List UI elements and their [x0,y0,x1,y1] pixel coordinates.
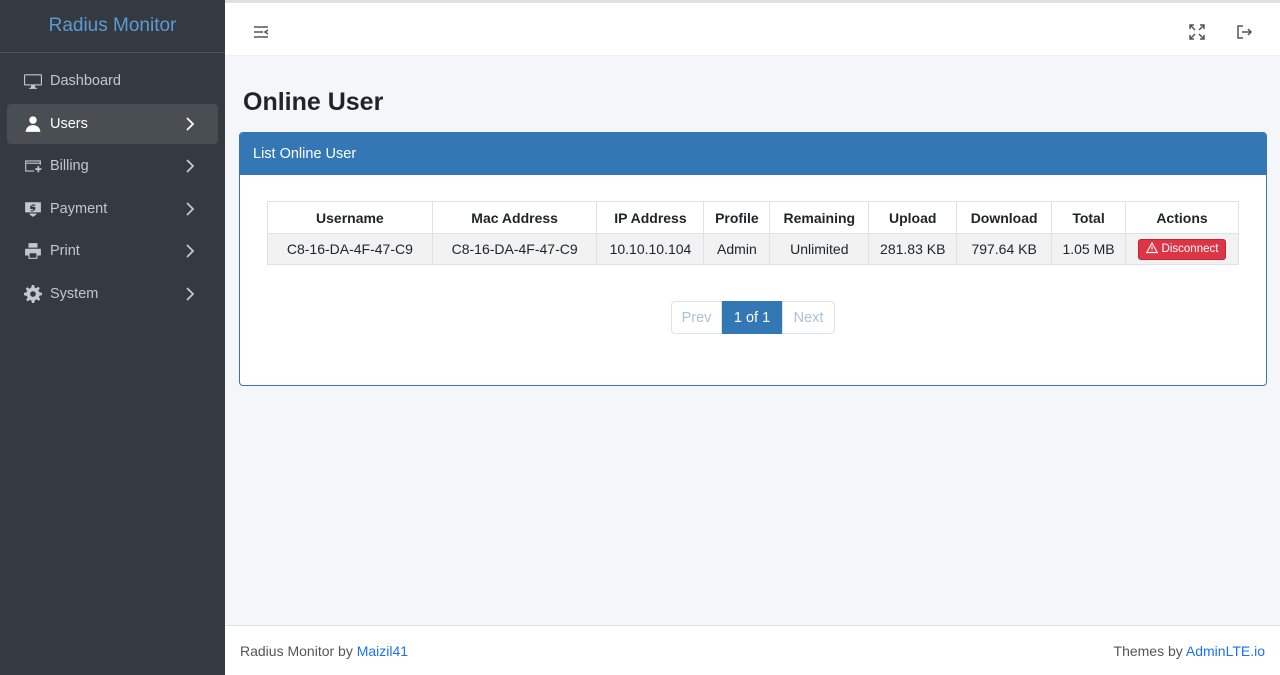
download-cell: 797.64 KB [956,233,1053,265]
username-cell: C8-16-DA-4F-47-C9 [267,233,433,265]
footer: Radius Monitor by Maizil41 Themes by Adm… [225,625,1280,675]
actions-cell: Disconnect [1124,233,1240,265]
sidebar-item-label: Print [50,243,80,259]
billing-icon [23,157,43,175]
menu-collapse-icon [252,23,270,46]
chevron-right-icon [182,243,198,259]
column-header: Username [267,201,433,234]
sidebar-item-payment[interactable]: Payment [7,189,218,229]
footer-theme-text: Themes by [1113,643,1183,659]
footer-credit-text: Radius Monitor by [240,643,353,659]
gear-icon [23,284,43,303]
next-page-button[interactable]: Next [782,301,835,334]
adminlte-link[interactable]: AdminLTE.io [1186,643,1265,659]
footer-left: Radius Monitor by Maizil41 [240,643,408,659]
online-users-table: Username Mac Address IP Address Profile … [267,201,1240,265]
brand[interactable]: Radius Monitor [0,0,225,53]
disconnect-label: Disconnect [1161,243,1219,255]
footer-right: Themes by AdminLTE.io [1114,643,1265,659]
prev-page-button[interactable]: Prev [671,301,722,334]
sidebar-item-system[interactable]: System [7,274,218,314]
sidebar-item-dashboard[interactable]: Dashboard [7,61,218,101]
sidebar-item-label: System [50,285,99,302]
sidebar: Radius Monitor Dashboard Users Billing P… [0,0,225,675]
sidebar-item-users[interactable]: Users [7,103,218,144]
column-header: Profile [703,201,771,234]
current-page-indicator[interactable]: 1 of 1 [722,301,782,334]
table-header-row: Username Mac Address IP Address Profile … [267,201,1240,234]
chevron-right-icon [182,201,198,217]
mac-address-cell: C8-16-DA-4F-47-C9 [431,233,598,265]
top-navbar [225,0,1280,56]
fullscreen-icon [1188,23,1206,46]
column-header: Remaining [769,201,870,234]
total-cell: 1.05 MB [1051,233,1126,265]
disconnect-button[interactable]: Disconnect [1137,238,1227,260]
sidebar-item-label: Users [50,115,88,132]
payment-icon [23,200,43,218]
upload-cell: 281.83 KB [868,233,958,265]
user-icon [23,115,43,133]
sidebar-item-label: Billing [50,158,89,174]
chevron-right-icon [182,286,198,302]
sidebar-toggle-button[interactable] [249,22,273,46]
monitor-icon [23,72,43,90]
column-header: Upload [868,201,958,234]
author-link[interactable]: Maizil41 [357,643,408,659]
sidebar-nav: Dashboard Users Billing Payment Print Sy… [0,53,225,324]
pagination: Prev 1 of 1 Next [671,301,835,334]
table-row: C8-16-DA-4F-47-C9 C8-16-DA-4F-47-C9 10.1… [267,233,1240,265]
brand-title[interactable]: Radius Monitor [49,15,177,37]
column-header: Total [1051,201,1126,234]
warning-icon [1145,241,1162,257]
sidebar-item-label: Payment [50,200,108,217]
ip-address-cell: 10.10.10.104 [596,233,705,265]
sidebar-item-billing[interactable]: Billing [7,146,218,186]
sidebar-item-label: Dashboard [50,73,121,89]
print-icon [23,242,43,260]
chevron-right-icon [182,116,198,132]
logout-icon [1235,23,1253,46]
chevron-right-icon [182,158,198,174]
profile-cell: Admin [703,233,771,265]
logout-button[interactable] [1232,22,1256,46]
column-header: Mac Address [431,201,598,234]
card-header: List Online User [240,133,1266,175]
column-header: IP Address [596,201,705,234]
sidebar-item-print[interactable]: Print [7,231,218,271]
column-header: Download [956,201,1053,234]
online-users-card: List Online User Username Mac Address IP… [239,132,1267,386]
column-header: Actions [1124,201,1240,234]
remaining-cell: Unlimited [769,233,870,265]
page-title: Online User [243,88,384,116]
fullscreen-button[interactable] [1185,22,1209,46]
